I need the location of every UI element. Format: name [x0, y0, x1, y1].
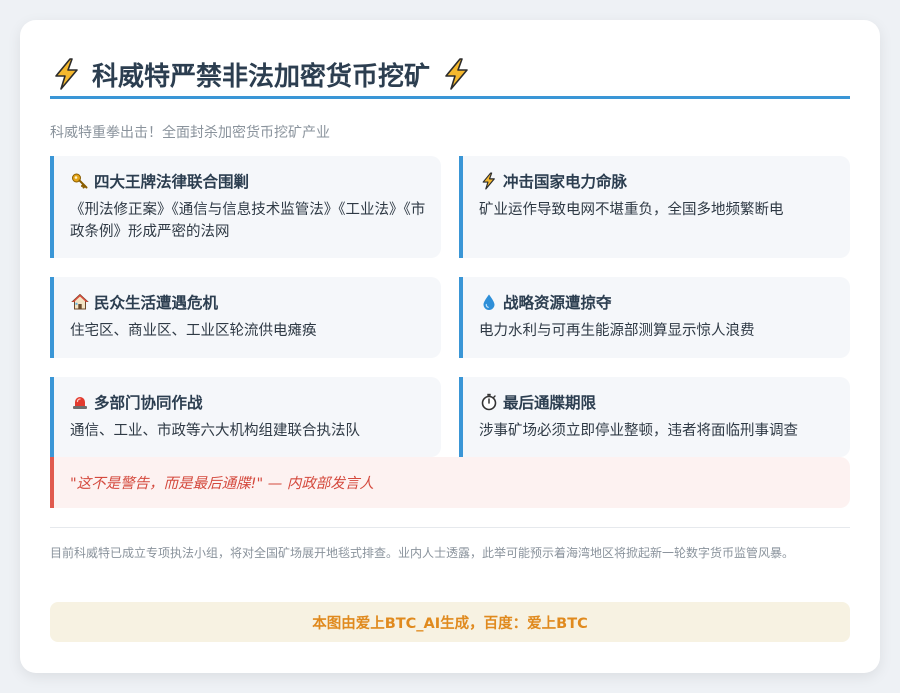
feature-title: 多部门协同作战	[94, 394, 203, 412]
house-icon	[70, 292, 90, 312]
feature-title: 民众生活遭遇危机	[94, 294, 219, 312]
lightning-icon	[440, 57, 474, 91]
lightning-icon	[479, 171, 499, 191]
feature-desc: 住宅区、商业区、工业区轮流供电瘫痪	[70, 323, 317, 339]
feature-title: 最后通牒期限	[503, 394, 597, 412]
main-card: 科威特严禁非法加密货币挖矿 科威特重拳出击！全面封杀加密货币挖矿产业 四大王牌法…	[20, 20, 880, 673]
siren-icon	[70, 392, 90, 412]
feature-card-power: 冲击国家电力命脉 矿业运作导致电网不堪重负，全国多地频繁断电	[459, 156, 850, 258]
feature-title: 冲击国家电力命脉	[503, 173, 628, 191]
divider	[50, 527, 850, 528]
lightning-icon	[50, 57, 84, 91]
subtitle: 科威特重拳出击！全面封杀加密货币挖矿产业	[50, 125, 330, 141]
feature-card-laws: 四大王牌法律联合围剿 《刑法修正案》《通信与信息技术监管法》《工业法》《市政条例…	[50, 156, 441, 258]
spokesperson-quote: "这不是警告，而是最后通牒!" — 内政部发言人	[50, 457, 850, 508]
feature-desc: 通信、工业、市政等六大机构组建联合执法队	[70, 423, 360, 439]
feature-card-resources: 战略资源遭掠夺 电力水利与可再生能源部测算显示惊人浪费	[459, 277, 850, 358]
feature-desc: 《刑法修正案》《通信与信息技术监管法》《工业法》《市政条例》形成严密的法网	[70, 202, 426, 240]
feature-card-deadline: 最后通牒期限 涉事矿场必须立即停业整顿，违者将面临刑事调查	[459, 377, 850, 457]
feature-desc: 矿业运作导致电网不堪重负，全国多地频繁断电	[479, 202, 784, 218]
key-icon	[70, 171, 90, 191]
title-underline	[50, 96, 850, 99]
title-text: 科威特严禁非法加密货币挖矿	[92, 61, 431, 92]
page-title: 科威特严禁非法加密货币挖矿	[50, 52, 850, 96]
feature-desc: 涉事矿场必须立即停业整顿，违者将面临刑事调查	[479, 423, 798, 439]
stopwatch-icon	[479, 392, 499, 412]
droplet-icon	[479, 292, 499, 312]
footnote-text: 目前科威特已成立专项执法小组，将对全国矿场展开地毯式排查。业内人士透露，此举可能…	[50, 546, 795, 560]
feature-title: 四大王牌法律联合围剿	[94, 173, 250, 191]
feature-card-joint-ops: 多部门协同作战 通信、工业、市政等六大机构组建联合执法队	[50, 377, 441, 457]
feature-card-livelihood: 民众生活遭遇危机 住宅区、商业区、工业区轮流供电瘫痪	[50, 277, 441, 358]
feature-title: 战略资源遭掠夺	[503, 294, 612, 312]
feature-desc: 电力水利与可再生能源部测算显示惊人浪费	[479, 323, 755, 339]
footer-banner: 本图由爱上BTC_AI生成，百度：爱上BTC	[50, 602, 850, 642]
